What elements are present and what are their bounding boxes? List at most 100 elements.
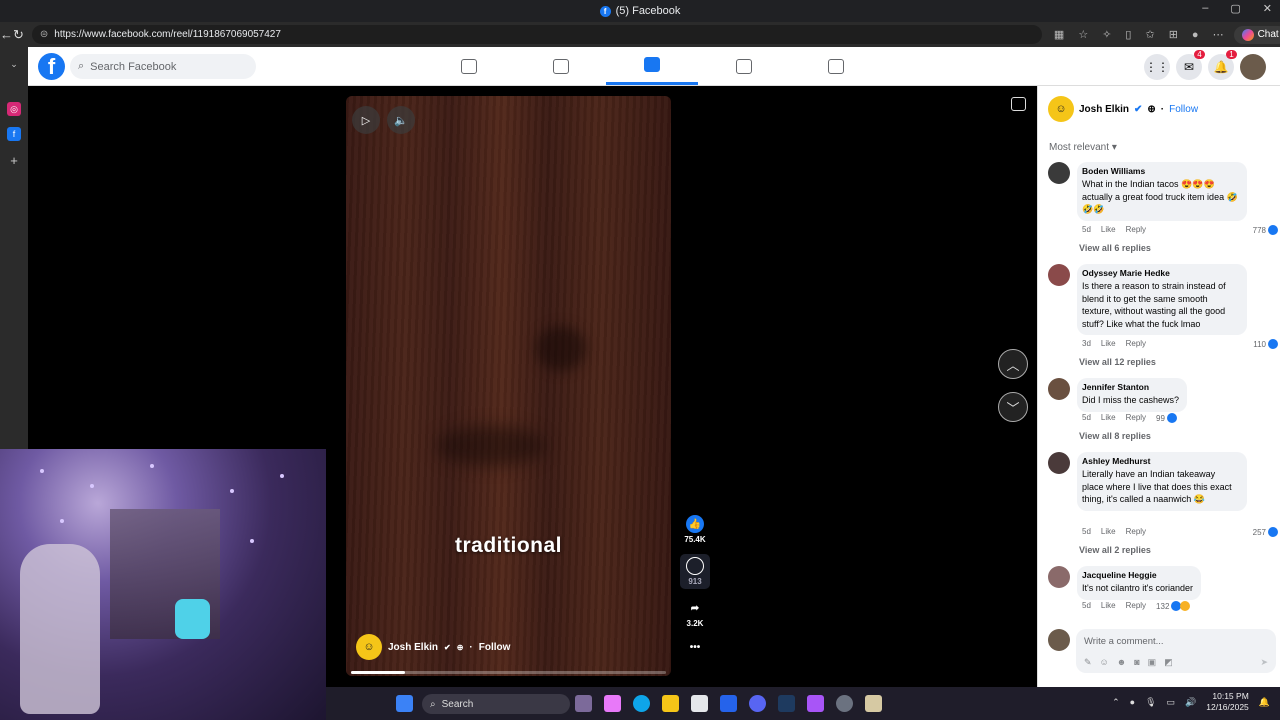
play-button[interactable]: ▷	[352, 106, 380, 134]
messenger-button[interactable]: ✉ 4	[1176, 50, 1205, 80]
commenter-avatar[interactable]	[1048, 452, 1070, 474]
comment-action[interactable]: 913	[680, 554, 710, 589]
site-info-icon[interactable]: ⊜	[40, 29, 48, 40]
collections-icon[interactable]: ⊞	[1169, 28, 1178, 41]
taskbar-search[interactable]: ⌕ Search	[422, 694, 570, 714]
reaction-count[interactable]: 257	[1253, 527, 1278, 537]
author-avatar[interactable]: ☺	[356, 634, 382, 660]
reply-link[interactable]: Reply	[1126, 413, 1146, 423]
commenter-name[interactable]: Boden Williams	[1082, 166, 1239, 176]
facebook-logo-icon[interactable]: f	[38, 53, 65, 80]
like-link[interactable]: Like	[1101, 601, 1116, 611]
copilot-app-icon[interactable]	[604, 695, 621, 712]
store-icon[interactable]	[691, 695, 708, 712]
chevron-up-icon[interactable]: ⌃	[1112, 697, 1120, 708]
mail-icon[interactable]	[720, 695, 737, 712]
panel-author-name[interactable]: Josh Elkin	[1079, 104, 1129, 115]
reply-link[interactable]: Reply	[1126, 339, 1146, 348]
view-replies-link[interactable]: View all 12 replies	[1079, 357, 1156, 367]
tab-marketplace[interactable]	[698, 47, 790, 85]
comment-input[interactable]: Write a comment... ✎ ☺ ☻ ◙ ▣ ◩ ➤	[1076, 629, 1276, 673]
reply-link[interactable]: Reply	[1126, 225, 1146, 234]
like-link[interactable]: Like	[1101, 527, 1116, 536]
account-avatar[interactable]	[1240, 54, 1266, 80]
app-icon[interactable]	[807, 695, 824, 712]
network-icon[interactable]: ▭	[1167, 697, 1176, 708]
author-name[interactable]: Josh Elkin	[388, 642, 438, 653]
author-avatar[interactable]: ☺	[1048, 96, 1074, 122]
back-icon[interactable]: ←	[0, 27, 13, 42]
reader-icon[interactable]: ▦	[1054, 28, 1064, 41]
windows-start-icon[interactable]	[396, 695, 413, 712]
volume-icon[interactable]: 🔊	[1185, 697, 1196, 708]
view-replies-link[interactable]: View all 6 replies	[1079, 243, 1151, 253]
view-replies-link[interactable]: View all 8 replies	[1079, 431, 1151, 441]
extensions-icon[interactable]: ✧	[1102, 28, 1111, 41]
obs-icon[interactable]	[836, 695, 853, 712]
favorites-icon[interactable]: ✩	[1145, 28, 1154, 41]
reel-video[interactable]: ▷ 🔈 traditional ☺ Josh Elkin ✔ ⊕ · Follo…	[346, 96, 671, 676]
copilot-chat-button[interactable]: Chat	[1233, 25, 1280, 44]
like-link[interactable]: Like	[1101, 339, 1116, 348]
like-link[interactable]: Like	[1101, 225, 1116, 234]
minimize-icon[interactable]: –	[1202, 2, 1208, 15]
tab-video[interactable]	[515, 47, 607, 85]
add-icon[interactable]: +	[7, 153, 21, 168]
panel-follow-link[interactable]: Follow	[1169, 104, 1198, 115]
commenter-avatar[interactable]	[1048, 264, 1070, 286]
commenter-avatar[interactable]	[1048, 566, 1070, 588]
view-replies-link[interactable]: View all 2 replies	[1079, 545, 1151, 555]
reaction-count[interactable]: 132	[1156, 601, 1191, 611]
more-icon[interactable]: ⋯	[1213, 28, 1224, 41]
share-action[interactable]: ➦ 3.2K	[680, 599, 710, 629]
url-field[interactable]: ⊜ https://www.facebook.com/reel/11918670…	[31, 25, 1042, 44]
discord-icon[interactable]	[749, 695, 766, 712]
collapse-panel-icon[interactable]	[1011, 97, 1026, 111]
camera-icon[interactable]: ◙	[1134, 657, 1139, 668]
favorite-star-icon[interactable]: ☆	[1078, 28, 1088, 41]
commenter-avatar[interactable]	[1048, 162, 1070, 184]
search-input[interactable]: ⌕ Search Facebook	[70, 54, 256, 79]
commenter-name[interactable]: Odyssey Marie Hedke	[1082, 268, 1239, 278]
send-icon[interactable]: ➤	[1260, 657, 1268, 668]
mute-button[interactable]: 🔈	[387, 106, 415, 134]
sort-dropdown[interactable]: Most relevant ▾	[1049, 142, 1117, 153]
next-reel-button[interactable]: ﹀	[998, 392, 1028, 422]
commenter-name[interactable]: Ashley Medhurst	[1082, 456, 1239, 466]
emoji-icon[interactable]: ☺	[1100, 657, 1109, 668]
chevron-down-icon[interactable]: ⌄	[7, 57, 21, 71]
commenter-name[interactable]: Jacqueline Heggie	[1082, 570, 1193, 580]
reply-link[interactable]: Reply	[1126, 601, 1146, 611]
gif-icon[interactable]: ▣	[1148, 657, 1157, 668]
notifications-button[interactable]: 🔔 1	[1208, 50, 1237, 80]
tab-reels[interactable]	[606, 47, 698, 85]
microphone-icon[interactable]: 🎙	[1145, 697, 1156, 708]
notifications-tray-icon[interactable]: 🔔	[1259, 697, 1270, 708]
profile-icon[interactable]: ●	[1192, 29, 1199, 41]
follow-link[interactable]: Follow	[479, 642, 511, 653]
maximize-icon[interactable]: ▢	[1230, 2, 1240, 15]
sticker-icon[interactable]: ◩	[1164, 657, 1173, 668]
reaction-count[interactable]: 99	[1156, 413, 1177, 423]
tray-app-icon[interactable]: ●	[1130, 697, 1135, 707]
avatar-sticker-icon[interactable]: ✎	[1084, 657, 1092, 668]
app-icon[interactable]	[865, 695, 882, 712]
steam-icon[interactable]	[778, 695, 795, 712]
facebook-app-icon[interactable]: f	[7, 127, 21, 141]
menu-button[interactable]: ⋮⋮	[1144, 54, 1170, 80]
more-action[interactable]: •••	[680, 638, 710, 658]
tab-home[interactable]	[423, 47, 515, 85]
edge-browser-icon[interactable]	[633, 695, 650, 712]
task-view-icon[interactable]	[575, 695, 592, 712]
split-screen-icon[interactable]: ▯	[1125, 28, 1131, 41]
close-icon[interactable]: ✕	[1263, 2, 1272, 15]
refresh-icon[interactable]: ↻	[13, 27, 24, 43]
emoji-face-icon[interactable]: ☻	[1117, 657, 1126, 668]
commenter-name[interactable]: Jennifer Stanton	[1082, 382, 1179, 392]
instagram-icon[interactable]: ◎	[7, 102, 21, 116]
clock[interactable]: 10:15 PM 12/16/2025	[1206, 691, 1249, 713]
tab-gaming[interactable]	[790, 47, 882, 85]
video-progress-bar[interactable]	[351, 671, 666, 674]
previous-reel-button[interactable]: ︿	[998, 349, 1028, 379]
reaction-count[interactable]: 778	[1253, 225, 1278, 235]
